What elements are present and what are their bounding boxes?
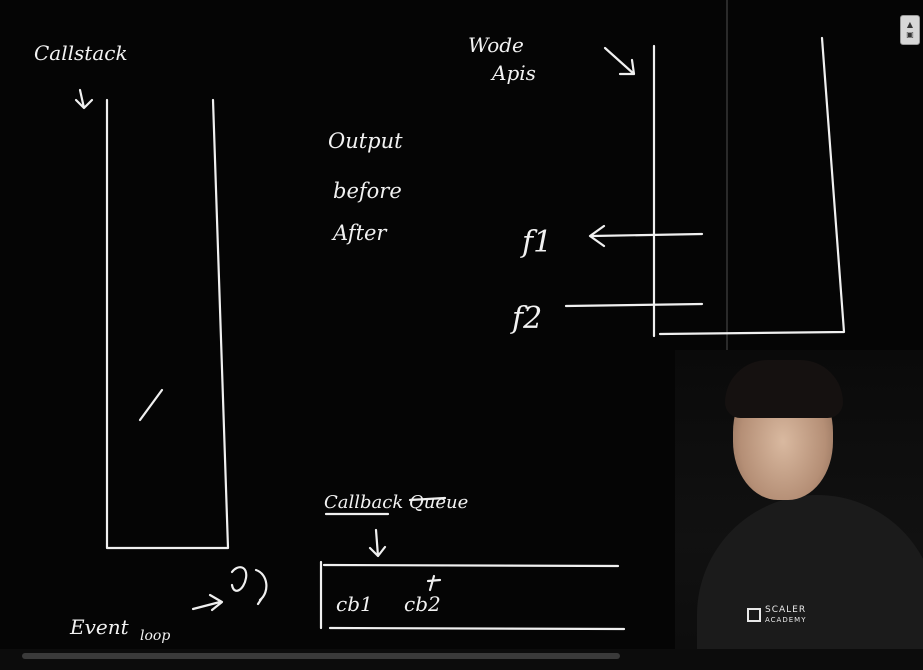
web-apis-arrow-icon — [603, 46, 636, 76]
whiteboard-canvas: Callstack Output before After Wode Apis … — [0, 0, 923, 670]
f2-label: f2 — [510, 301, 542, 336]
horizontal-scrollbar[interactable] — [0, 649, 923, 670]
output-line-after: After — [331, 221, 388, 245]
queue-marker — [426, 574, 442, 592]
web-apis-label-bottom: Apis — [490, 61, 536, 85]
event-loop-label-top: Event — [69, 615, 130, 639]
queue-item-cb1: cb2 — [404, 592, 441, 616]
event-loop-cycle-icon — [230, 566, 268, 606]
queue-item-cb2: cb1 — [336, 592, 373, 616]
event-loop-arrow-icon — [191, 593, 224, 612]
collapse-icon: ▲ — [906, 20, 914, 29]
panel-icon: ▣ — [906, 30, 914, 39]
shirt-logo-text: SCALER ACADEMY — [765, 605, 806, 625]
web-apis-box — [652, 36, 846, 338]
f1-arrow-icon — [588, 224, 704, 248]
f2-line — [564, 302, 704, 308]
output-line-before: before — [333, 179, 402, 203]
shirt-logo-subtitle: ACADEMY — [765, 616, 807, 624]
call-stack-box — [105, 98, 230, 550]
callback-queue-label: Callback Queue — [324, 492, 468, 513]
call-stack-arrow-icon — [74, 88, 94, 110]
shirt-logo: SCALER ACADEMY — [747, 605, 806, 625]
output-label: Output — [328, 129, 403, 153]
web-apis-label-top: Wode — [468, 33, 524, 57]
scaler-logo-icon — [747, 608, 761, 622]
toolbar-toggle-button[interactable]: ▲ ▣ — [900, 15, 920, 45]
stray-mark — [138, 388, 164, 422]
scrollbar-thumb[interactable] — [22, 653, 620, 659]
presenter-hair — [725, 360, 843, 418]
event-loop-label-bottom: loop — [140, 628, 170, 644]
shirt-logo-title: SCALER — [765, 605, 807, 615]
f1-label: f1 — [520, 225, 552, 260]
presenter-shirt — [697, 495, 923, 670]
presenter-webcam: SCALER ACADEMY — [675, 350, 923, 670]
callback-queue-arrow-icon — [368, 528, 387, 558]
call-stack-label: Callstack — [34, 41, 128, 65]
